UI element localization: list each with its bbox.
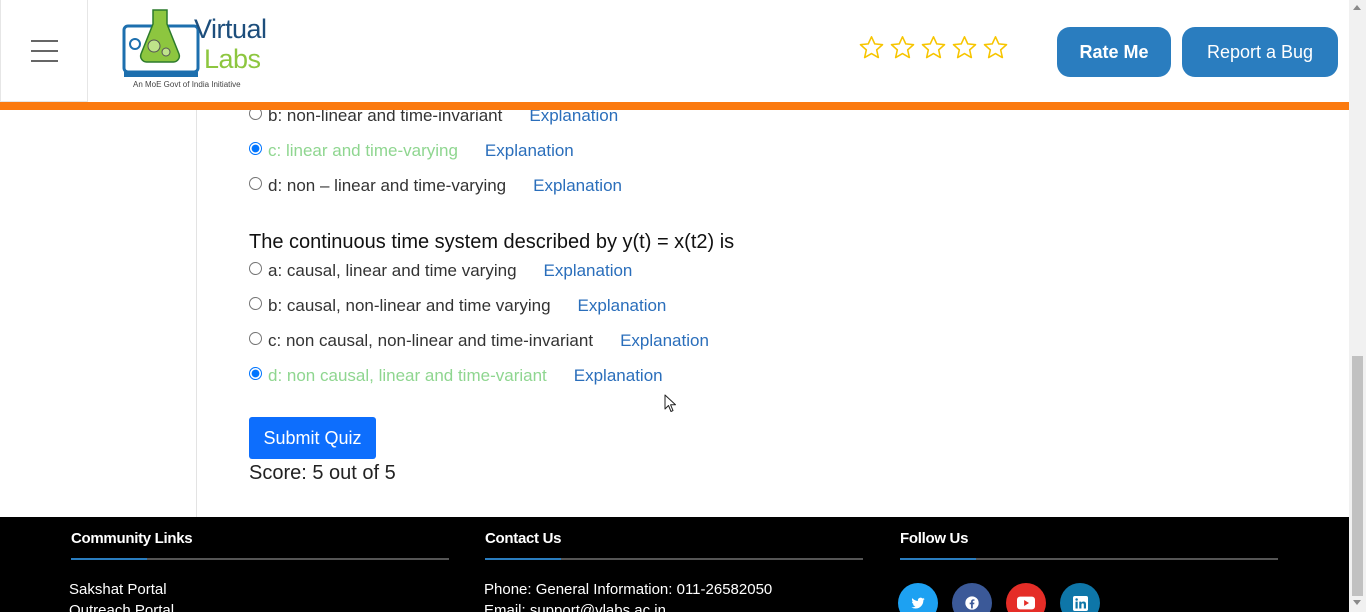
scrollbar-thumb[interactable] [1352, 356, 1363, 596]
mouse-cursor-icon [664, 394, 676, 412]
star-icon[interactable] [920, 34, 947, 61]
heading-underline [485, 558, 863, 560]
logo-tagline: An MoE Govt of India Initiative [133, 80, 241, 89]
sakshat-portal-link[interactable]: Sakshat Portal [69, 581, 167, 598]
contact-email-link[interactable]: Email: support@vlabs.ac.in [484, 602, 666, 612]
outreach-portal-link[interactable]: Outreach Portal [69, 602, 174, 612]
site-header: Virtual Labs An MoE Govt of India Initia… [0, 0, 1349, 103]
twitter-icon[interactable] [898, 583, 938, 612]
option-label: b: causal, non-linear and time varying [268, 296, 551, 315]
score-text: Score: 5 out of 5 [249, 462, 396, 484]
linkedin-icon[interactable] [1060, 583, 1100, 612]
option-label: d: non causal, linear and time-variant [268, 366, 547, 385]
page: Virtual Labs An MoE Govt of India Initia… [0, 0, 1366, 612]
contact-us-heading: Contact Us [485, 530, 562, 547]
community-links-heading: Community Links [71, 530, 193, 547]
star-icon[interactable] [858, 34, 885, 61]
header-accent-bar [0, 102, 1349, 110]
content-divider [196, 110, 197, 517]
option-label: c: linear and time-varying [268, 141, 458, 160]
scroll-down-arrow-icon[interactable] [1353, 600, 1361, 605]
scroll-up-arrow-icon[interactable] [1353, 5, 1361, 10]
menu-icon-bar-top [31, 40, 58, 42]
explanation-link[interactable]: Explanation [533, 176, 622, 196]
explanation-link[interactable]: Explanation [578, 296, 667, 316]
explanation-link[interactable]: Explanation [574, 366, 663, 386]
quiz-option[interactable]: d: non – linear and time-varying Explana… [249, 174, 622, 198]
heading-underline [900, 558, 1278, 560]
option-radio[interactable] [249, 176, 262, 190]
heading-underline [71, 558, 449, 560]
star-icon[interactable] [889, 34, 916, 61]
follow-us-heading: Follow Us [900, 530, 969, 547]
quiz-option[interactable]: b: causal, non-linear and time varying E… [249, 294, 666, 318]
contact-phone-text: Phone: General Information: 011-26582050 [484, 581, 773, 598]
logo-monitor-icon [122, 9, 200, 77]
option-label: a: causal, linear and time varying [268, 261, 517, 280]
report-bug-button[interactable]: Report a Bug [1182, 27, 1338, 77]
question-text: The continuous time system described by … [249, 231, 735, 253]
explanation-link[interactable]: Explanation [544, 261, 633, 281]
submit-quiz-button[interactable]: Submit Quiz [249, 417, 376, 459]
virtual-labs-logo[interactable]: Virtual Labs An MoE Govt of India Initia… [115, 6, 285, 94]
quiz-option[interactable]: d: non causal, linear and time-variant E… [249, 364, 663, 388]
quiz-option[interactable]: c: linear and time-varying Explanation [249, 139, 574, 163]
quiz-option[interactable]: a: causal, linear and time varying Expla… [249, 259, 632, 283]
facebook-icon[interactable] [952, 583, 992, 612]
star-icon[interactable] [951, 34, 978, 61]
menu-icon-bar-bottom [31, 60, 58, 62]
rating-stars [858, 34, 1009, 61]
page-scrollbar[interactable] [1349, 0, 1366, 612]
explanation-link[interactable]: Explanation [620, 331, 709, 351]
option-label: d: non – linear and time-varying [268, 176, 507, 195]
option-radio[interactable] [249, 261, 262, 275]
youtube-icon[interactable] [1006, 583, 1046, 612]
option-radio[interactable] [249, 141, 262, 155]
explanation-link[interactable]: Explanation [485, 141, 574, 161]
menu-toggle-button[interactable] [0, 0, 88, 102]
rate-me-button[interactable]: Rate Me [1057, 27, 1171, 77]
logo-brand-bottom: Labs [204, 44, 261, 74]
social-links [898, 583, 1100, 612]
menu-icon-bar-middle [31, 50, 58, 52]
star-icon[interactable] [982, 34, 1009, 61]
option-label: c: non causal, non-linear and time-invar… [268, 331, 594, 350]
logo-brand-top: Virtual [194, 14, 267, 44]
site-footer: Community Links Sakshat Portal Outreach … [0, 517, 1349, 612]
option-radio[interactable] [249, 296, 262, 310]
quiz-option[interactable]: c: non causal, non-linear and time-invar… [249, 329, 709, 353]
option-radio[interactable] [249, 331, 262, 345]
option-radio[interactable] [249, 366, 262, 380]
